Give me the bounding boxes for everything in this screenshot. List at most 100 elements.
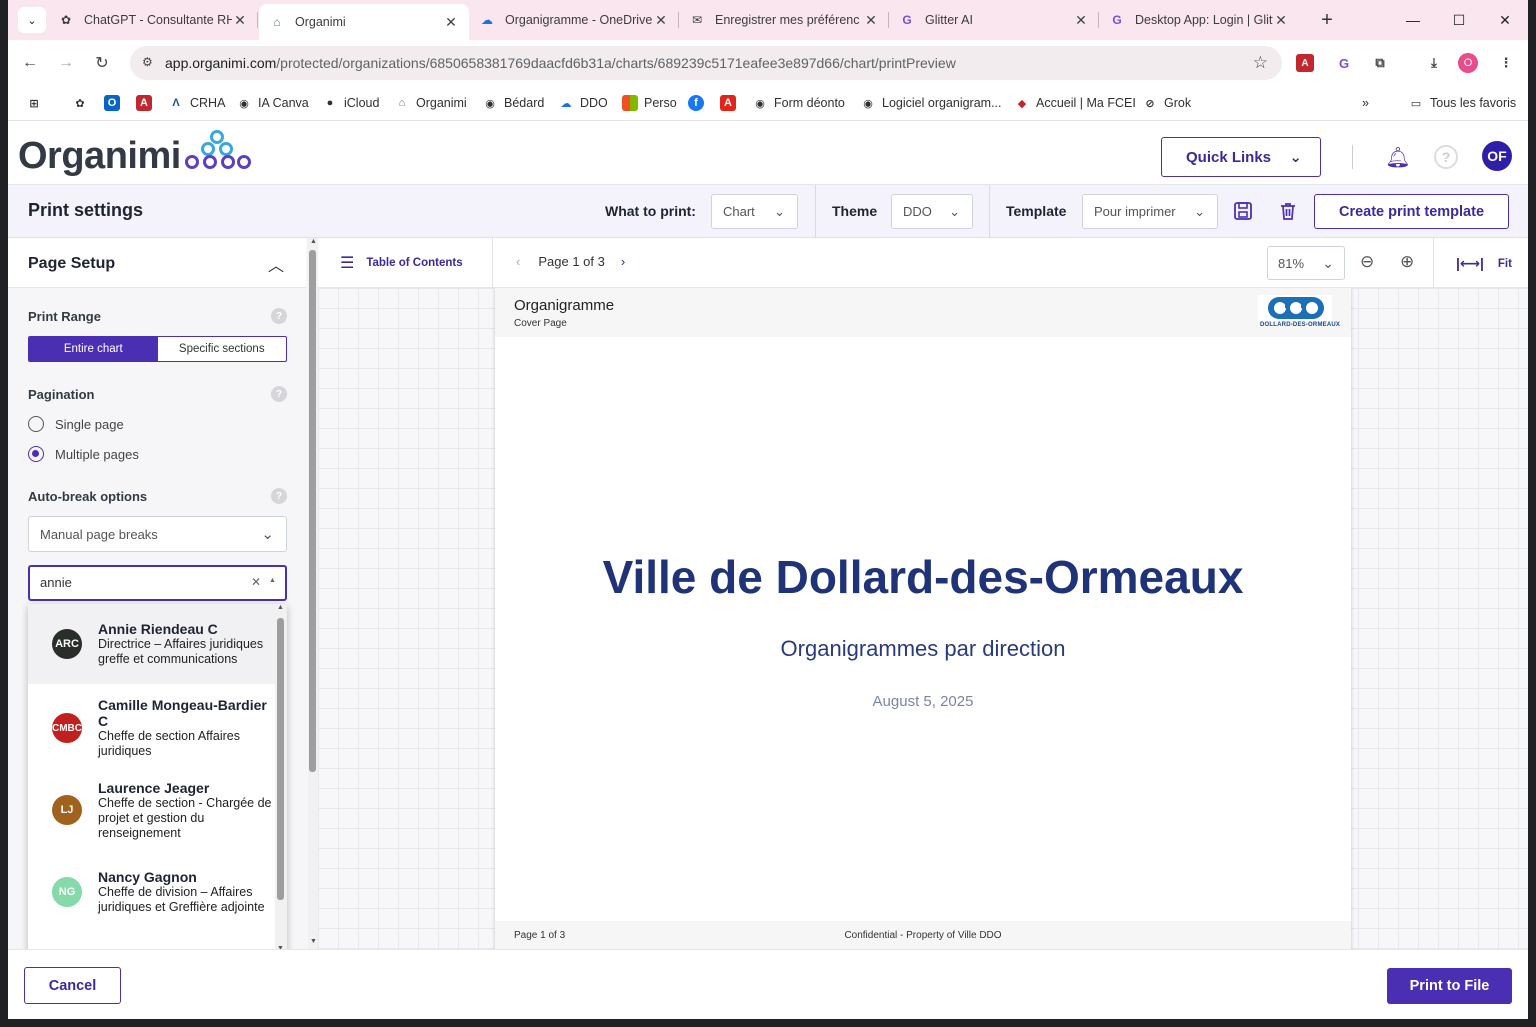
bookmark-facebook[interactable]: f [688, 93, 710, 113]
browser-tab-glitter[interactable]: G Glitter AI ✕ [889, 0, 1099, 40]
page-setup-header[interactable]: Page Setup ︿ [8, 238, 306, 288]
ddo-logo-text: DOLLARD-DES-ORMEAUX [1260, 322, 1341, 328]
list-item[interactable]: ARC Annie Riendeau C Directrice – Affair… [28, 604, 275, 684]
cancel-button[interactable]: Cancel [24, 967, 121, 1004]
table-of-contents-button[interactable]: ☰ Table of Contents [340, 253, 463, 273]
maximize-icon[interactable]: ☐ [1436, 0, 1482, 40]
close-tab-icon[interactable]: ✕ [653, 12, 669, 29]
tab-search-dropdown-icon[interactable]: ⌄ [18, 7, 46, 33]
previous-page-chevron-icon[interactable]: ‹ [516, 254, 520, 269]
browser-toolbar: ← → ↻ ⚙ app.organimi.com/protected/organ… [8, 40, 1528, 86]
zoom-select[interactable]: 81% ⌄ [1267, 246, 1345, 280]
avatar: CMBC [52, 713, 82, 743]
what-to-print-select[interactable]: Chart ⌄ [711, 194, 798, 229]
download-icon[interactable]: ⤓ [1422, 51, 1446, 75]
chevron-up-icon[interactable]: ︿ [268, 252, 284, 276]
bookmark-perso[interactable]: Perso [622, 93, 677, 113]
print-footer: Cancel Print to File [8, 949, 1528, 1019]
zoom-in-icon[interactable]: ⊕ [1400, 252, 1414, 272]
site-info-icon[interactable]: ⚙ [142, 55, 158, 71]
ddo-logo-mark-icon [1258, 295, 1332, 321]
help-icon[interactable]: ? [1434, 145, 1458, 169]
next-page-chevron-icon[interactable]: › [621, 254, 625, 269]
save-floppy-icon[interactable] [1231, 199, 1255, 223]
print-to-file-button[interactable]: Print to File [1387, 968, 1512, 1004]
organimi-logo[interactable]: Organimi [18, 135, 181, 178]
list-item[interactable]: CMBC Camille Mongeau-Bardier C Cheffe de… [28, 688, 275, 768]
list-item[interactable]: NG Nancy Gagnon Cheffe de division – Aff… [28, 852, 275, 932]
bookmark-apps[interactable]: ⊞ [26, 93, 48, 113]
profile-avatar[interactable]: O [1458, 53, 1478, 73]
browser-tab-glitter-login[interactable]: G Desktop App: Login | Glitte ✕ [1099, 0, 1299, 40]
left-panel-scrollbar[interactable]: ▲ ▼ [308, 238, 318, 949]
forward-arrow-icon[interactable]: → [52, 49, 80, 77]
preview-canvas[interactable]: Organigramme Cover Page DOLLARD-DES-ORME… [318, 288, 1528, 949]
template-select[interactable]: Pour imprimer ⌄ [1082, 194, 1218, 229]
onedrive-icon: ☁ [481, 13, 493, 27]
bookmark-acrobat[interactable]: A [136, 93, 158, 113]
zoom-out-icon[interactable]: ⊖ [1360, 252, 1374, 272]
bookmark-crha[interactable]: Λ CRHA [168, 93, 225, 113]
bookmark-logiciel[interactable]: ◉ Logiciel organigram... [860, 93, 1001, 113]
delete-trash-icon[interactable] [1276, 199, 1300, 223]
bookmark-organimi[interactable]: ⌂ Organimi [394, 93, 467, 113]
browser-tab-chatgpt[interactable]: ✿ ChatGPT - Consultante RH ✕ [48, 0, 258, 40]
new-tab-plus-icon[interactable]: + [1313, 6, 1341, 34]
print-range-label: Print Range [28, 309, 101, 324]
glitter-extension-icon[interactable]: G [1332, 51, 1356, 75]
bookmark-grok[interactable]: ⊘ Grok [1142, 93, 1191, 113]
create-print-template-button[interactable]: Create print template [1314, 194, 1509, 229]
bookmark-outlook[interactable]: O [104, 93, 126, 113]
bookmark-star-icon[interactable]: ☆ [1253, 53, 1268, 73]
radio-button-selected-icon [28, 446, 44, 462]
ddo-logo: DOLLARD-DES-ORMEAUX [1258, 295, 1340, 331]
minimize-icon[interactable]: — [1390, 0, 1436, 40]
close-tab-icon[interactable]: ✕ [1273, 12, 1289, 29]
person-search-input[interactable] [40, 575, 240, 590]
bookmark-ia-canva[interactable]: ◉ IA Canva [236, 93, 309, 113]
close-tab-icon[interactable]: ✕ [1073, 12, 1089, 29]
user-avatar[interactable]: OF [1482, 141, 1512, 171]
acrobat-extension-icon[interactable]: A [1296, 54, 1314, 72]
browser-tab-organimi[interactable]: ⌂ Organimi ✕ [259, 4, 469, 40]
browser-menu-icon[interactable]: ⋮ [1494, 51, 1518, 75]
fit-button[interactable]: |⟷| Fit [1456, 255, 1512, 272]
reload-icon[interactable]: ↻ [88, 49, 116, 77]
bookmark-icloud[interactable]: ● iCloud [322, 93, 380, 113]
organimi-icon: ⌂ [273, 15, 281, 29]
back-arrow-icon[interactable]: ← [16, 49, 44, 77]
bookmark-chatgpt[interactable]: ✿ [72, 93, 94, 113]
address-bar[interactable]: ⚙ app.organimi.com/protected/organizatio… [130, 46, 1282, 80]
extensions-puzzle-icon[interactable]: ⧉ [1368, 51, 1392, 75]
all-bookmarks[interactable]: ▭ Tous les favoris [1408, 93, 1516, 113]
single-page-radio[interactable]: Single page [28, 415, 124, 433]
help-question-icon[interactable]: ? [271, 386, 287, 402]
globe-icon: ◉ [239, 97, 249, 110]
help-question-icon[interactable]: ? [271, 308, 287, 324]
notification-bell-icon[interactable]: 🔔︎ [1384, 143, 1412, 171]
theme-select[interactable]: DDO ⌄ [891, 194, 973, 229]
list-item[interactable]: LJ Laurence Jeager Cheffe de section - C… [28, 770, 275, 850]
auto-break-select[interactable]: Manual page breaks ⌄ [28, 516, 287, 552]
bookmark-form-deonto[interactable]: ◉ Form déonto [752, 93, 845, 113]
bookmark-adobe[interactable]: A [720, 93, 742, 113]
caret-up-icon[interactable]: ▲ [269, 577, 276, 584]
close-tab-icon[interactable]: ✕ [443, 14, 459, 31]
specific-sections-option[interactable]: Specific sections [158, 337, 287, 361]
close-window-icon[interactable]: ✕ [1482, 0, 1528, 40]
quick-links-button[interactable]: Quick Links ⌄ [1161, 137, 1321, 177]
bookmark-ddo[interactable]: ☁ DDO [558, 93, 608, 113]
bookmark-bedard[interactable]: ◉ Bédard [482, 93, 544, 113]
close-tab-icon[interactable]: ✕ [863, 12, 879, 29]
acrobat-icon: A [136, 95, 152, 111]
multiple-pages-radio[interactable]: Multiple pages [28, 445, 139, 463]
browser-tab-mail[interactable]: ✉ Enregistrer mes préférenc ✕ [679, 0, 889, 40]
entire-chart-option[interactable]: Entire chart [29, 337, 158, 361]
close-tab-icon[interactable]: ✕ [232, 12, 248, 29]
bookmarks-overflow-chevron-icon[interactable]: » [1362, 93, 1369, 113]
bookmark-fcei[interactable]: ◆ Accueil | Ma FCEI [1014, 93, 1136, 113]
help-question-icon[interactable]: ? [271, 488, 287, 504]
dropdown-scrollbar[interactable]: ▲ ▼ [275, 604, 287, 956]
clear-icon[interactable]: ✕ [251, 575, 261, 589]
browser-tab-onedrive[interactable]: ☁ Organigramme - OneDrive ✕ [469, 0, 679, 40]
